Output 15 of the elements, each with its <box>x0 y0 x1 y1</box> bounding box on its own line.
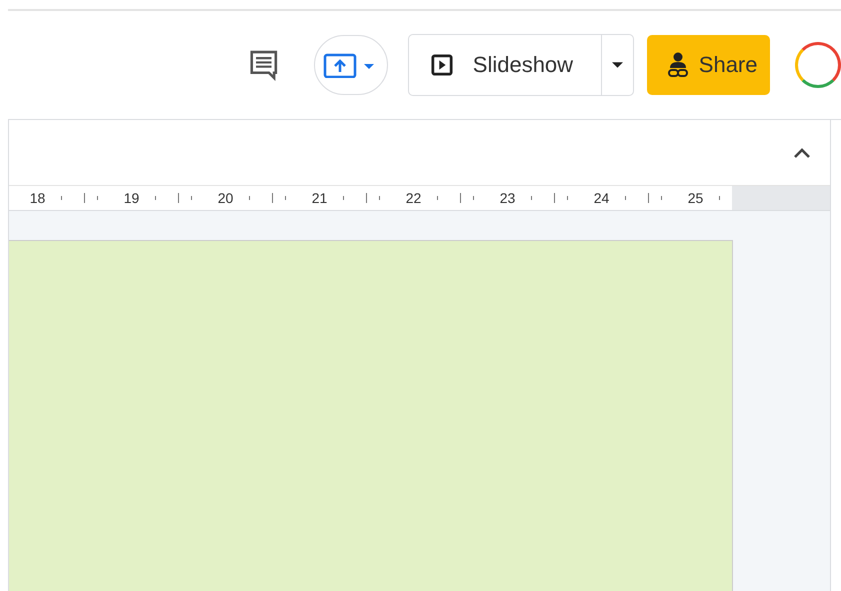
ruler-number: 23 <box>498 190 516 206</box>
caret-icon <box>612 62 623 68</box>
ruler-number: 25 <box>686 190 704 206</box>
ruler-number: 20 <box>216 190 234 206</box>
play-icon <box>430 54 453 76</box>
ruler-number: 19 <box>122 190 140 206</box>
ruler-number: 24 <box>592 190 610 206</box>
collapse-icon[interactable] <box>793 146 811 158</box>
person-link-icon <box>666 52 689 78</box>
ruler-number: 18 <box>28 190 46 206</box>
share-button[interactable]: Share <box>646 35 770 95</box>
comment-icon[interactable] <box>250 48 278 82</box>
ruler-number: 22 <box>404 190 422 206</box>
ruler-number: 21 <box>310 190 328 206</box>
avatar[interactable] <box>795 42 841 88</box>
